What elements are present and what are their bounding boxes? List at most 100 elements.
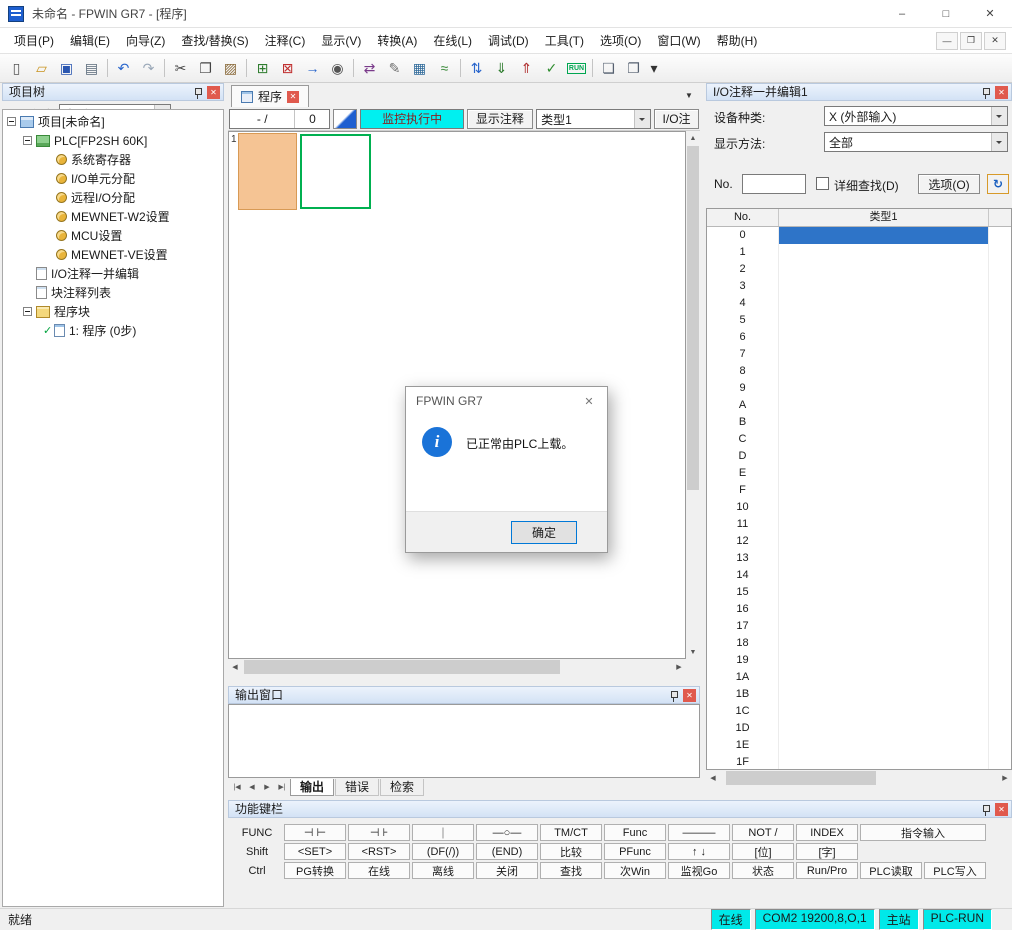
io-comment-cell[interactable]: [779, 363, 989, 380]
menu-item[interactable]: 窗口(W): [649, 29, 708, 52]
menu-item[interactable]: 查找/替换(S): [173, 29, 256, 52]
tree-node[interactable]: MEWNET-VE设置: [3, 245, 223, 264]
io-comment-cell[interactable]: [779, 380, 989, 397]
function-key[interactable]: 指令输入: [860, 824, 986, 841]
function-key[interactable]: ⊣ ⊦: [348, 824, 410, 841]
tree-node[interactable]: 系统寄存器: [3, 150, 223, 169]
menu-item[interactable]: 注释(C): [257, 29, 314, 52]
tree-node[interactable]: 1: 程序 (0步): [3, 321, 223, 340]
scroll-up-icon[interactable]: ▲: [686, 131, 700, 145]
tree-node[interactable]: 远程I/O分配: [3, 188, 223, 207]
tab-program[interactable]: 程序 ✕: [231, 85, 309, 107]
io-comment-cell[interactable]: [779, 482, 989, 499]
scrollbar-thumb[interactable]: [726, 771, 876, 785]
io-table-row[interactable]: 8: [707, 363, 1011, 380]
dialog-close-icon[interactable]: ✕: [571, 387, 607, 415]
io-comment-button[interactable]: I/O注: [654, 109, 699, 129]
io-comment-cell[interactable]: [779, 618, 989, 635]
open-folder-icon[interactable]: ▱: [29, 56, 54, 80]
function-key[interactable]: NOT /: [732, 824, 794, 841]
io-horizontal-scrollbar[interactable]: ◀ ▶: [706, 770, 1012, 786]
output-tab[interactable]: 检索: [380, 779, 424, 796]
run-mode-icon[interactable]: RUN: [564, 56, 589, 80]
save-icon[interactable]: ▣: [54, 56, 79, 80]
io-comment-cell[interactable]: [779, 635, 989, 652]
comment-type-select[interactable]: 类型1: [536, 109, 651, 129]
pin-icon[interactable]: [669, 689, 679, 702]
function-key[interactable]: INDEX: [796, 824, 858, 841]
tab-close-icon[interactable]: ✕: [287, 91, 299, 103]
io-comment-cell[interactable]: [779, 227, 989, 244]
output-nav-button[interactable]: ▶|: [275, 780, 289, 794]
expander-icon[interactable]: [23, 307, 32, 316]
io-table-row[interactable]: 11: [707, 516, 1011, 533]
ok-button[interactable]: 确定: [511, 521, 577, 544]
tree-node[interactable]: I/O单元分配: [3, 169, 223, 188]
scrollbar-thumb[interactable]: [244, 660, 560, 674]
function-key[interactable]: ———: [668, 824, 730, 841]
scroll-right-icon[interactable]: ▶: [672, 660, 686, 674]
delete-icon[interactable]: ⊠: [275, 56, 300, 80]
expander-icon[interactable]: [7, 117, 16, 126]
close-panel-icon[interactable]: ✕: [995, 86, 1008, 99]
function-key[interactable]: ↑ ↓: [668, 843, 730, 860]
io-comment-cell[interactable]: [779, 516, 989, 533]
function-key[interactable]: <SET>: [284, 843, 346, 860]
device-type-select[interactable]: X (外部输入): [824, 106, 1008, 126]
output-tab[interactable]: 错误: [335, 779, 379, 796]
menu-item[interactable]: 选项(O): [592, 29, 649, 52]
function-key[interactable]: 查找: [540, 862, 602, 879]
refresh-button[interactable]: ↻: [987, 174, 1009, 194]
io-table-row[interactable]: 5: [707, 312, 1011, 329]
io-comment-cell[interactable]: [779, 720, 989, 737]
menu-item[interactable]: 在线(L): [425, 29, 480, 52]
maximize-button[interactable]: □: [924, 0, 968, 27]
menu-item[interactable]: 转换(A): [369, 29, 425, 52]
cut-icon[interactable]: ✂: [168, 56, 193, 80]
io-table-row[interactable]: B: [707, 414, 1011, 431]
column-header-type[interactable]: 类型1: [779, 209, 989, 226]
expander-icon[interactable]: [23, 136, 32, 145]
io-table-row[interactable]: 16: [707, 601, 1011, 618]
function-key[interactable]: —○—: [476, 824, 538, 841]
io-table-row[interactable]: C: [707, 431, 1011, 448]
output-nav-button[interactable]: ◀: [245, 780, 259, 794]
no-search-input[interactable]: [742, 174, 806, 194]
io-table-row[interactable]: 2: [707, 261, 1011, 278]
close-panel-icon[interactable]: ✕: [207, 86, 220, 99]
menu-item[interactable]: 项目(P): [6, 29, 62, 52]
insert-icon[interactable]: ⊞: [250, 56, 275, 80]
io-comment-cell[interactable]: [779, 601, 989, 618]
monitor-display-toggle-icon[interactable]: [333, 109, 357, 129]
function-key[interactable]: PFunc: [604, 843, 666, 860]
tree-node[interactable]: I/O注释一并编辑: [3, 264, 223, 283]
function-key[interactable]: ⊣ ⊢: [284, 824, 346, 841]
function-key[interactable]: [位]: [732, 843, 794, 860]
scroll-left-icon[interactable]: ◀: [706, 771, 720, 785]
io-table-row[interactable]: F: [707, 482, 1011, 499]
io-table-row[interactable]: 4: [707, 295, 1011, 312]
io-table-row[interactable]: 17: [707, 618, 1011, 635]
pin-icon[interactable]: [193, 86, 203, 99]
io-table-row[interactable]: 12: [707, 533, 1011, 550]
plc-write-icon[interactable]: ⇑: [514, 56, 539, 80]
io-comment-cell[interactable]: [779, 414, 989, 431]
window-tile-icon[interactable]: ❐: [621, 56, 646, 80]
function-key[interactable]: PLC读取: [860, 862, 922, 879]
monitor-icon[interactable]: ▦: [407, 56, 432, 80]
io-comment-cell[interactable]: [779, 550, 989, 567]
io-table-row[interactable]: 19: [707, 652, 1011, 669]
io-table-row[interactable]: 1E: [707, 737, 1011, 754]
io-table-row[interactable]: 1B: [707, 686, 1011, 703]
io-comment-cell[interactable]: [779, 754, 989, 770]
status-display-icon[interactable]: ≈: [432, 56, 457, 80]
function-key[interactable]: 监视Go: [668, 862, 730, 879]
close-button[interactable]: ✕: [968, 0, 1012, 27]
output-nav-button[interactable]: ▶: [260, 780, 274, 794]
io-table-row[interactable]: 1C: [707, 703, 1011, 720]
io-table-row[interactable]: 9: [707, 380, 1011, 397]
mdi-minimize-button[interactable]: —: [936, 32, 958, 50]
output-nav-button[interactable]: |◀: [230, 780, 244, 794]
io-comment-cell[interactable]: [779, 737, 989, 754]
close-panel-icon[interactable]: ✕: [995, 803, 1008, 816]
